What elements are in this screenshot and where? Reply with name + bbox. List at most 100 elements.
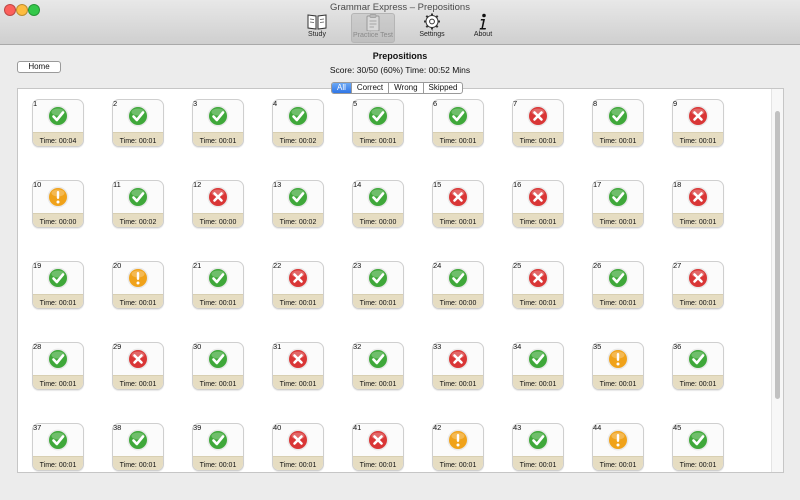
question-number: 43 <box>513 423 522 432</box>
checkmark-icon <box>527 429 549 451</box>
toolbar-settings-button[interactable]: Settings <box>410 13 454 43</box>
question-tile[interactable]: 7 Time: 00:01 <box>512 99 564 147</box>
cross-icon <box>447 186 469 208</box>
question-tile[interactable]: 19 Time: 00:01 <box>32 261 84 309</box>
toolbar-about-button[interactable]: About <box>461 13 505 43</box>
question-tile[interactable]: 37 Time: 00:01 <box>32 423 84 471</box>
question-tile[interactable]: 14 Time: 00:00 <box>352 180 404 228</box>
question-number: 41 <box>353 423 362 432</box>
filter-wrong[interactable]: Wrong <box>388 83 422 93</box>
vertical-scrollbar[interactable] <box>771 89 783 472</box>
checkmark-icon <box>367 186 389 208</box>
question-tile[interactable]: 15 Time: 00:01 <box>432 180 484 228</box>
question-tile[interactable]: 42 Time: 00:01 <box>432 423 484 471</box>
question-time: Time: 00:01 <box>39 462 77 469</box>
question-tile[interactable]: 13 Time: 00:02 <box>272 180 324 228</box>
home-button[interactable]: Home <box>17 61 61 73</box>
question-tile[interactable]: 26 Time: 00:01 <box>592 261 644 309</box>
question-time: Time: 00:01 <box>359 138 397 145</box>
question-number: 15 <box>433 180 442 189</box>
question-number: 35 <box>593 342 602 351</box>
question-tile[interactable]: 1 Time: 00:04 <box>32 99 84 147</box>
question-tile[interactable]: 24 Time: 00:00 <box>432 261 484 309</box>
question-tile[interactable]: 44 Time: 00:01 <box>592 423 644 471</box>
checkmark-icon <box>207 429 229 451</box>
question-time: Time: 00:01 <box>519 219 557 226</box>
question-tile[interactable]: 12 Time: 00:00 <box>192 180 244 228</box>
question-number: 44 <box>593 423 602 432</box>
question-tile[interactable]: 18 Time: 00:01 <box>672 180 724 228</box>
question-time: Time: 00:01 <box>39 300 77 307</box>
toolbar-practice-test-button[interactable]: Practice Test <box>351 13 395 43</box>
question-time: Time: 00:01 <box>679 138 717 145</box>
cross-icon <box>687 267 709 289</box>
question-time: Time: 00:04 <box>39 138 77 145</box>
question-time: Time: 00:01 <box>439 462 477 469</box>
scrollbar-thumb[interactable] <box>775 111 780 399</box>
cross-icon <box>287 348 309 370</box>
question-tile[interactable]: 8 Time: 00:01 <box>592 99 644 147</box>
checkmark-icon <box>447 105 469 127</box>
question-tile[interactable]: 6 Time: 00:01 <box>432 99 484 147</box>
checkmark-icon <box>127 429 149 451</box>
question-tile[interactable]: 3 Time: 00:01 <box>192 99 244 147</box>
question-tile[interactable]: 41 Time: 00:01 <box>352 423 404 471</box>
checkmark-icon <box>127 186 149 208</box>
question-time: Time: 00:01 <box>599 219 637 226</box>
cross-icon <box>287 429 309 451</box>
question-time: Time: 00:01 <box>519 300 557 307</box>
question-time: Time: 00:01 <box>519 138 557 145</box>
question-tile[interactable]: 4 Time: 00:02 <box>272 99 324 147</box>
question-tile[interactable]: 16 Time: 00:01 <box>512 180 564 228</box>
question-tile[interactable]: 21 Time: 00:01 <box>192 261 244 309</box>
question-tile[interactable]: 38 Time: 00:01 <box>112 423 164 471</box>
question-tile[interactable]: 9 Time: 00:01 <box>672 99 724 147</box>
question-number: 33 <box>433 342 442 351</box>
question-tile[interactable]: 20 Time: 00:01 <box>112 261 164 309</box>
question-tile[interactable]: 29 Time: 00:01 <box>112 342 164 390</box>
question-tile[interactable]: 23 Time: 00:01 <box>352 261 404 309</box>
question-tile[interactable]: 30 Time: 00:01 <box>192 342 244 390</box>
checkmark-icon <box>367 105 389 127</box>
question-tile[interactable]: 25 Time: 00:01 <box>512 261 564 309</box>
toolbar-study-button[interactable]: Study <box>295 13 339 43</box>
question-tile[interactable]: 17 Time: 00:01 <box>592 180 644 228</box>
title-bar: Grammar Express – Prepositions Study Pra… <box>0 0 800 45</box>
toolbar-about-label: About <box>473 31 493 38</box>
question-tile[interactable]: 28 Time: 00:01 <box>32 342 84 390</box>
question-tile[interactable]: 11 Time: 00:02 <box>112 180 164 228</box>
question-tile[interactable]: 33 Time: 00:01 <box>432 342 484 390</box>
question-tile[interactable]: 45 Time: 00:01 <box>672 423 724 471</box>
question-tile[interactable]: 32 Time: 00:01 <box>352 342 404 390</box>
checkmark-icon <box>607 267 629 289</box>
question-tile[interactable]: 27 Time: 00:01 <box>672 261 724 309</box>
question-tile[interactable]: 43 Time: 00:01 <box>512 423 564 471</box>
question-tile[interactable]: 39 Time: 00:01 <box>192 423 244 471</box>
cross-icon <box>287 267 309 289</box>
question-tile[interactable]: 34 Time: 00:01 <box>512 342 564 390</box>
question-time: Time: 00:01 <box>599 138 637 145</box>
book-icon <box>307 14 327 30</box>
cross-icon <box>687 186 709 208</box>
window-title: Grammar Express – Prepositions <box>330 2 470 13</box>
checkmark-icon <box>47 105 69 127</box>
question-tile[interactable]: 10 Time: 00:00 <box>32 180 84 228</box>
filter-skipped[interactable]: Skipped <box>422 83 463 93</box>
question-tile[interactable]: 36 Time: 00:01 <box>672 342 724 390</box>
question-tile[interactable]: 35 Time: 00:01 <box>592 342 644 390</box>
question-number: 39 <box>193 423 202 432</box>
checkmark-icon <box>687 348 709 370</box>
question-tile[interactable]: 31 Time: 00:01 <box>272 342 324 390</box>
question-time: Time: 00:01 <box>519 381 557 388</box>
filter-all[interactable]: All <box>332 83 351 93</box>
filter-correct[interactable]: Correct <box>350 83 388 93</box>
exclamation-icon <box>607 348 629 370</box>
question-time: Time: 00:01 <box>199 381 237 388</box>
question-tile[interactable]: 22 Time: 00:01 <box>272 261 324 309</box>
question-tile[interactable]: 40 Time: 00:01 <box>272 423 324 471</box>
question-time: Time: 00:02 <box>279 219 317 226</box>
question-tile[interactable]: 2 Time: 00:01 <box>112 99 164 147</box>
question-time: Time: 00:01 <box>519 462 557 469</box>
question-number: 30 <box>193 342 202 351</box>
question-tile[interactable]: 5 Time: 00:01 <box>352 99 404 147</box>
